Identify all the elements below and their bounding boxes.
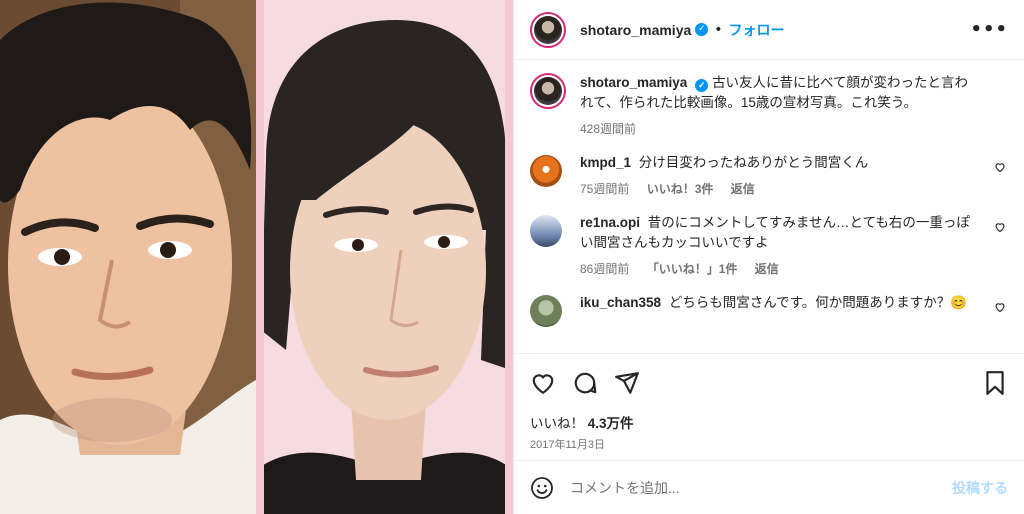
post-comment-button[interactable]: 投稿する xyxy=(952,478,1008,498)
bookmark-icon[interactable] xyxy=(982,370,1008,396)
comment-input[interactable] xyxy=(570,479,952,496)
commenter-avatar[interactable] xyxy=(530,295,562,327)
photo-adult xyxy=(0,0,256,514)
commenter-avatar[interactable] xyxy=(530,155,562,187)
comment-composer: 投稿する xyxy=(514,460,1024,514)
comment-text: どちらも間宮さんです。何か問題ありますか？😊 xyxy=(668,295,968,310)
comment-username[interactable]: re1na.opi xyxy=(580,215,640,230)
comment-likes[interactable]: 「いいね！」1件 xyxy=(647,262,738,276)
comment-time[interactable]: 86週間前 xyxy=(580,262,629,276)
comments-list[interactable]: shotaro_mamiya ✓ 古い友人に昔に比べて顔が変わったと言われて、作ら… xyxy=(514,61,1024,353)
comment-like-heart-icon[interactable] xyxy=(994,301,1006,313)
comment-username[interactable]: kmpd_1 xyxy=(580,155,631,170)
post-header: shotaro_mamiya ✓ • フォロー ••• xyxy=(514,0,1024,60)
post-sidebar: shotaro_mamiya ✓ • フォロー ••• shotaro_mami… xyxy=(513,0,1024,514)
likes-label: いいね！ xyxy=(530,416,584,431)
post-image[interactable] xyxy=(0,0,513,514)
emoji-icon[interactable] xyxy=(530,476,554,500)
author-username[interactable]: shotaro_mamiya xyxy=(580,22,691,38)
caption: shotaro_mamiya ✓ 古い友人に昔に比べて顔が変わったと言われて、作ら… xyxy=(530,73,1008,139)
verified-badge-icon: ✓ xyxy=(695,23,709,36)
comment-like-heart-icon[interactable] xyxy=(994,221,1006,233)
likes-count[interactable]: いいね！ 4.3万件 xyxy=(530,412,1008,432)
comment-username[interactable]: iku_chan358 xyxy=(580,295,661,310)
caption-time[interactable]: 428週間前 xyxy=(580,122,636,136)
commenter-avatar[interactable] xyxy=(530,215,562,247)
comment-item: kmpd_1 分け目変わったねありがとう間宮くん 75週間前 いいね！3件 返信 xyxy=(530,153,1008,199)
more-options-icon[interactable]: ••• xyxy=(970,19,1008,40)
photo-teen xyxy=(256,0,513,514)
reply-button[interactable]: 返信 xyxy=(755,262,779,276)
post-date[interactable]: 2017年11月3日 xyxy=(530,436,1008,452)
caption-username[interactable]: shotaro_mamiya xyxy=(580,75,687,90)
reply-button[interactable]: 返信 xyxy=(731,182,755,196)
author-avatar[interactable] xyxy=(530,11,566,48)
comment-time[interactable]: 75週間前 xyxy=(580,182,629,196)
follow-button[interactable]: フォロー xyxy=(729,20,785,40)
comment-text: 分け目変わったねありがとう間宮くん xyxy=(638,155,869,170)
comment-likes[interactable]: いいね！3件 xyxy=(647,182,714,196)
separator-dot: • xyxy=(714,21,723,38)
comment-item: re1na.opi 昔のにコメントしてすみません…とても右の一重っぽい間宮さんも… xyxy=(530,213,1008,279)
post-actions: いいね！ 4.3万件 2017年11月3日 xyxy=(514,353,1024,452)
share-icon[interactable] xyxy=(614,370,640,396)
likes-number: 4.3万件 xyxy=(587,416,634,431)
caption-avatar[interactable] xyxy=(530,73,566,109)
comment-icon[interactable] xyxy=(572,370,598,396)
comment-item: iku_chan358 どちらも間宮さんです。何か問題ありますか？😊 xyxy=(530,293,1008,327)
heart-icon[interactable] xyxy=(530,370,556,396)
comment-like-heart-icon[interactable] xyxy=(994,161,1006,173)
verified-badge-icon: ✓ xyxy=(695,79,709,92)
